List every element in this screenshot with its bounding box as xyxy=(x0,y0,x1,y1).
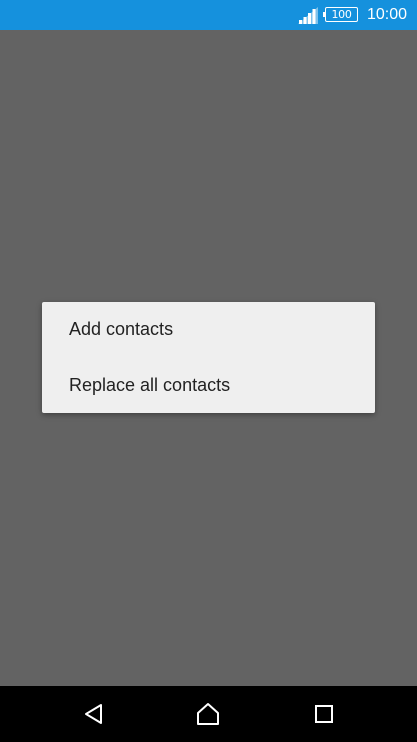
signal-icon xyxy=(298,7,318,24)
recents-icon[interactable] xyxy=(310,700,338,728)
screen: 100 10:00 Add contacts Replace all conta… xyxy=(0,0,417,742)
battery-icon: 100 xyxy=(323,7,358,22)
status-time: 10:00 xyxy=(366,6,407,23)
battery-level: 100 xyxy=(331,8,352,21)
home-icon[interactable] xyxy=(194,700,222,728)
replace-all-contacts-option[interactable]: Replace all contacts xyxy=(42,358,375,414)
add-contacts-option[interactable]: Add contacts xyxy=(42,302,375,358)
back-icon[interactable] xyxy=(80,700,108,728)
navigation-bar xyxy=(0,686,417,742)
status-bar: 100 10:00 xyxy=(0,0,417,30)
import-options-dialog: Add contacts Replace all contacts xyxy=(42,302,375,413)
